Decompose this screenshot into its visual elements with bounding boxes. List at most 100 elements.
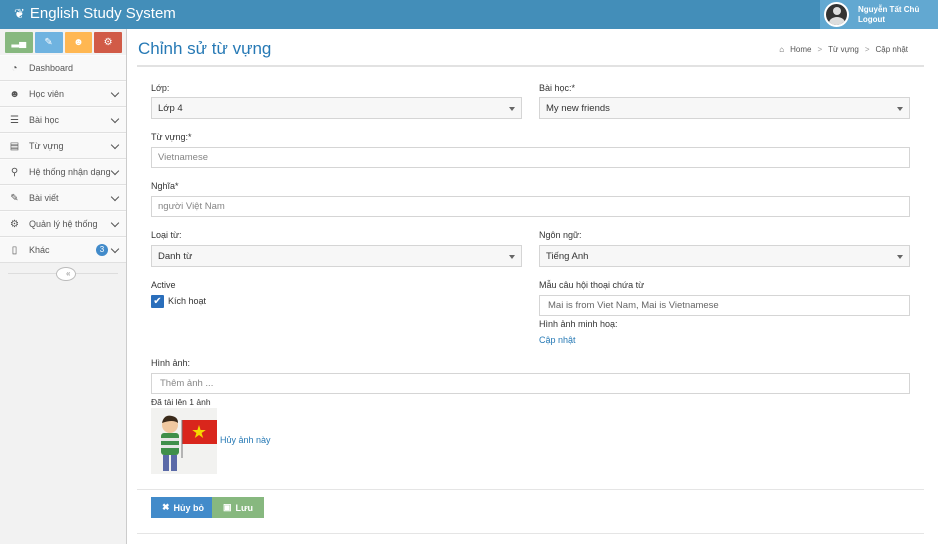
chevron-down-icon xyxy=(110,166,120,176)
breadcrumb-tu-vung[interactable]: Từ vựng xyxy=(828,45,859,54)
logout-link[interactable]: Logout xyxy=(858,15,919,25)
list-icon: ☰ xyxy=(10,114,19,126)
sidebar-item-dashboard[interactable]: ◔ Dashboard xyxy=(0,55,126,81)
cancel-button[interactable]: ✖ Hủy bỏ xyxy=(151,497,216,518)
mau-cau-label: Mẫu câu hội thoại chứa từ xyxy=(539,280,645,290)
ngon-ngu-label: Ngôn ngữ: xyxy=(539,230,582,240)
user-menu[interactable]: Nguyễn Tất Chủ Logout xyxy=(820,0,938,29)
chevron-down-icon xyxy=(110,140,120,150)
nghia-value: người Việt Nam xyxy=(158,201,225,212)
ngon-ngu-value: Tiếng Anh xyxy=(546,250,589,262)
sidebar-item-tu-vung[interactable]: ▤ Từ vựng xyxy=(0,133,126,159)
breadcrumb: ⌂ Home > Từ vựng > Cập nhật xyxy=(779,45,908,54)
check-icon: ✔ xyxy=(153,296,162,307)
leaf-icon: ❦ xyxy=(14,5,25,21)
chevron-down-icon xyxy=(110,88,120,98)
cogs-icon: ⚙ xyxy=(10,218,19,230)
chevron-down-icon xyxy=(110,192,120,202)
caret-down-icon xyxy=(897,255,903,259)
caret-down-icon xyxy=(509,107,515,111)
close-icon: ✖ xyxy=(162,502,170,512)
sidebar: ▂▄ ✎ ☻ ⚙ ◔ Dashboard ☻ Học viên ☰ Bài họ… xyxy=(0,29,127,544)
top-navbar: ❦ English Study System Nguyễn Tất Chủ Lo… xyxy=(0,0,938,29)
chevron-down-icon xyxy=(110,244,120,254)
bottom-divider xyxy=(137,533,924,534)
sidebar-item-label: Từ vựng xyxy=(29,141,64,151)
loai-tu-select[interactable]: Danh từ xyxy=(151,245,522,267)
lop-value: Lớp 4 xyxy=(158,102,183,114)
sidebar-item-label: Khác xyxy=(29,245,50,255)
home-icon: ⌂ xyxy=(779,45,785,54)
cancel-button-label: Hủy bỏ xyxy=(173,502,205,513)
hinh-anh-label: Hình ảnh: xyxy=(151,358,191,368)
sidebar-shortcuts: ▂▄ ✎ ☻ ⚙ xyxy=(0,29,126,55)
brand[interactable]: ❦ English Study System xyxy=(14,5,176,22)
loai-tu-label: Loại từ: xyxy=(151,230,182,240)
nghia-input[interactable]: người Việt Nam xyxy=(151,196,910,217)
sidebar-item-he-thong-nhan-dang[interactable]: ⚲ Hệ thống nhận dạng xyxy=(0,159,126,185)
lop-select[interactable]: Lớp 4 xyxy=(151,97,522,119)
sidebar-item-hoc-vien[interactable]: ☻ Học viên xyxy=(0,81,126,107)
loai-tu-value: Danh từ xyxy=(158,250,193,262)
file-icon: ▤ xyxy=(9,140,20,152)
hinh-anh-input[interactable]: Thêm ảnh ... xyxy=(151,373,910,394)
ngon-ngu-select[interactable]: Tiếng Anh xyxy=(539,245,910,267)
active-checkbox[interactable]: ✔ xyxy=(151,295,164,308)
tu-vung-input[interactable]: Vietnamese xyxy=(151,147,910,168)
uploaded-image-thumbnail xyxy=(151,408,217,474)
chevron-down-icon xyxy=(110,114,120,124)
lop-label: Lớp: xyxy=(151,83,170,93)
sidebar-item-label: Hệ thống nhận dạng xyxy=(29,167,111,177)
cogs-icon[interactable]: ⚙ xyxy=(94,32,122,53)
bai-hoc-label: Bài học:* xyxy=(539,83,576,93)
nghia-label: Nghĩa* xyxy=(151,181,179,191)
sidebar-item-label: Bài học xyxy=(29,115,60,125)
brand-title: English Study System xyxy=(29,5,176,22)
sidebar-item-bai-viet[interactable]: ✎ Bài viết xyxy=(0,185,126,211)
page-header: Chỉnh sử từ vựng ⌂ Home > Từ vựng > Cập … xyxy=(137,29,924,67)
users-icon: ☻ xyxy=(9,88,20,100)
double-chevron-left-icon[interactable]: « xyxy=(56,267,76,281)
divider xyxy=(137,489,924,490)
uploaded-count: Đã tải lên 1 ảnh xyxy=(151,397,211,407)
tu-vung-value: Vietnamese xyxy=(158,152,208,163)
file-o-icon: ▯ xyxy=(11,244,18,256)
sidebar-item-khac[interactable]: ▯ Khác 3 xyxy=(0,237,126,263)
sidebar-item-label: Bài viết xyxy=(29,193,59,203)
hinh-anh-placeholder: Thêm ảnh ... xyxy=(160,378,214,389)
mau-cau-input[interactable]: Mai is from Viet Nam, Mai is Vietnamese xyxy=(539,295,910,316)
sidebar-item-label: Dashboard xyxy=(29,63,74,73)
edit-icon: ✎ xyxy=(10,192,19,204)
page-title: Chỉnh sử từ vựng xyxy=(138,39,272,58)
breadcrumb-cap-nhat: Cập nhật xyxy=(875,45,908,54)
boy-with-flag-illustration xyxy=(151,408,217,474)
main-content: Chỉnh sử từ vựng ⌂ Home > Từ vựng > Cập … xyxy=(137,29,924,67)
signal-icon[interactable]: ▂▄ xyxy=(5,32,33,53)
bai-hoc-select[interactable]: My new friends xyxy=(539,97,910,119)
remove-image-link[interactable]: Hủy ảnh này xyxy=(220,435,271,445)
sidebar-item-label: Học viên xyxy=(29,89,65,99)
sidebar-item-quan-ly-he-thong[interactable]: ⚙ Quản lý hệ thống xyxy=(0,211,126,237)
active-checkbox-label[interactable]: Kích hoạt xyxy=(168,296,206,306)
sidebar-item-bai-hoc[interactable]: ☰ Bài học xyxy=(0,107,126,133)
sidebar-item-label: Quản lý hệ thống xyxy=(29,219,98,229)
chevron-down-icon xyxy=(110,218,120,228)
save-button[interactable]: ▣ Lưu xyxy=(212,497,265,518)
search-icon: ⚲ xyxy=(10,166,19,178)
pencil-icon[interactable]: ✎ xyxy=(34,32,63,53)
floppy-disk-icon: ▣ xyxy=(223,502,232,512)
mau-cau-value: Mai is from Viet Nam, Mai is Vietnamese xyxy=(548,300,719,311)
breadcrumb-home[interactable]: Home xyxy=(790,45,811,54)
caret-down-icon xyxy=(509,255,515,259)
caret-down-icon xyxy=(897,107,903,111)
avatar xyxy=(824,2,849,27)
hinh-anh-minh-hoa-label: Hình ảnh minh hoạ: xyxy=(539,319,618,329)
cap-nhat-link[interactable]: Cập nhật xyxy=(539,335,576,345)
tachometer-icon: ◔ xyxy=(11,62,18,74)
count-badge: 3 xyxy=(96,244,108,256)
tu-vung-label: Từ vựng:* xyxy=(151,132,192,142)
bai-hoc-value: My new friends xyxy=(546,102,610,114)
user-name: Nguyễn Tất Chủ xyxy=(858,4,920,14)
users-icon[interactable]: ☻ xyxy=(64,32,93,53)
save-button-label: Lưu xyxy=(235,502,254,513)
